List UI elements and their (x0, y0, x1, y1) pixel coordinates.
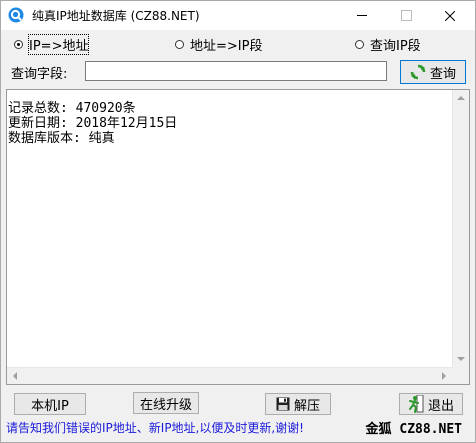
result-panel[interactable]: 记录总数: 470920条 更新日期: 2018年12月15日 数据库版本: 纯… (6, 89, 470, 385)
scroll-left-icon[interactable] (13, 372, 17, 380)
close-button[interactable] (428, 1, 472, 30)
query-input[interactable] (85, 61, 387, 81)
decompress-button[interactable]: 解压 (265, 393, 331, 415)
query-button[interactable]: 查询 (400, 60, 466, 84)
status-message: 请告知我们错误的IP地址、新IP地址,以便及时更新,谢谢! (6, 420, 304, 435)
radio-ip-to-address[interactable]: IP=>地址 (14, 33, 90, 55)
close-icon (445, 10, 455, 21)
window-title: 纯真IP地址数据库 (CZ88.NET) (32, 9, 200, 23)
radio-checked-icon (14, 39, 23, 49)
brand-label: 金狐 CZ88.NET (365, 421, 462, 437)
query-field-label: 查询字段: (11, 67, 68, 82)
exit-button-label: 退出 (427, 398, 454, 414)
scroll-down-icon[interactable] (457, 357, 465, 361)
app-window: 纯真IP地址数据库 (CZ88.NET) IP=>地址 地址=>IP段 查询IP… (0, 0, 476, 443)
vertical-scrollbar[interactable] (452, 90, 469, 367)
local-ip-button[interactable]: 本机IP (14, 393, 86, 415)
online-update-button-label: 在线升级 (140, 397, 193, 413)
radio-unchecked-icon (355, 39, 364, 49)
scrollbar-corner (452, 367, 469, 384)
running-man-icon (408, 395, 424, 413)
decompress-button-label: 解压 (293, 398, 320, 414)
maximize-icon (400, 10, 412, 21)
maximize-button[interactable] (384, 1, 428, 30)
radio-label: IP=>地址 (27, 33, 90, 55)
title-bar[interactable]: 纯真IP地址数据库 (CZ88.NET) (1, 1, 475, 30)
status-bar: 请告知我们错误的IP地址、新IP地址,以便及时更新,谢谢! 金狐 CZ88.NE… (6, 416, 470, 438)
query-button-label: 查询 (429, 66, 456, 82)
app-logo-icon (8, 7, 24, 23)
radio-address-to-ip[interactable]: 地址=>IP段 (175, 34, 262, 54)
result-text: 记录总数: 470920条 更新日期: 2018年12月15日 数据库版本: 纯… (8, 101, 178, 146)
minimize-button[interactable] (340, 1, 384, 30)
minimize-icon (357, 15, 367, 16)
radio-label: 地址=>IP段 (190, 38, 263, 54)
refresh-icon (410, 64, 426, 80)
horizontal-scrollbar[interactable] (7, 367, 452, 384)
floppy-disk-icon (276, 397, 290, 411)
radio-label: 查询IP段 (370, 38, 421, 54)
local-ip-button-label: 本机IP (31, 398, 69, 414)
exit-button[interactable]: 退出 (399, 393, 463, 415)
radio-unchecked-icon (175, 39, 184, 49)
scroll-up-icon[interactable] (457, 96, 465, 100)
online-update-button[interactable]: 在线升级 (133, 392, 199, 414)
scroll-right-icon[interactable] (442, 372, 446, 380)
radio-query-ip-range[interactable]: 查询IP段 (355, 34, 421, 54)
